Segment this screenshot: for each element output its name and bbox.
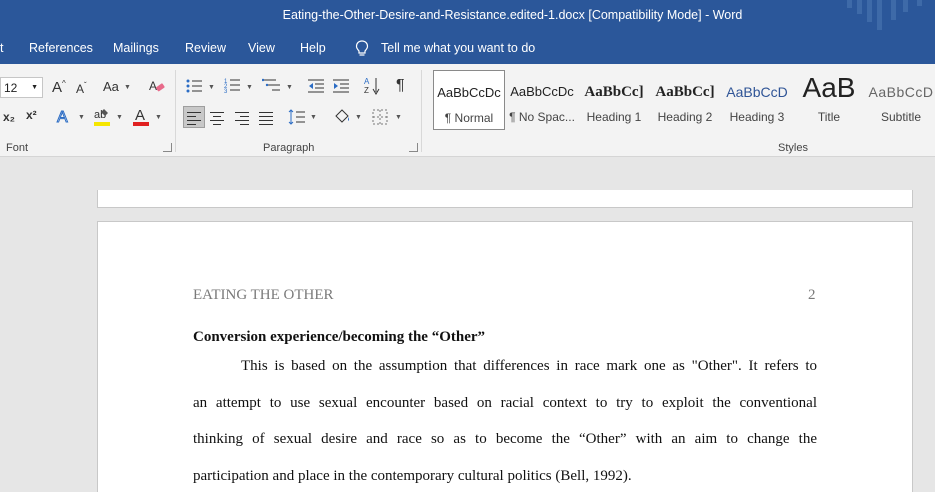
style-no-spacing[interactable]: AaBbCcDc ¶ No Spac... [506,70,578,130]
tab-partial[interactable]: t [0,41,3,55]
svg-text:A: A [135,107,145,124]
chevron-down-icon[interactable]: ▼ [155,114,162,121]
align-right-icon[interactable] [235,112,249,128]
group-divider [421,70,422,152]
sort-icon[interactable]: AZ [364,76,380,96]
font-size-select[interactable]: 12 ▼ [0,77,43,98]
paragraph-group-label: Paragraph [263,142,315,154]
style-name: Title [817,110,841,124]
style-sample: AaBbCc] [655,84,715,100]
ribbon-tabs: t References Mailings Review View Help T… [0,33,935,64]
svg-text:Z: Z [364,86,369,95]
chevron-down-icon[interactable]: ▼ [78,114,85,121]
paragraph-line[interactable]: an attempt to use sexual encounter based… [193,395,817,412]
grow-font-button[interactable]: A^ [52,80,66,96]
running-header[interactable]: EATING THE OTHER [193,287,334,304]
superscript-button[interactable]: x² [26,109,37,121]
clear-formatting-icon[interactable]: A [149,78,165,94]
style-name: Heading 2 [657,110,713,124]
tab-references[interactable]: References [29,41,93,55]
chevron-down-icon[interactable]: ▼ [116,114,123,121]
svg-text:A: A [364,77,370,86]
chevron-down-icon[interactable]: ▼ [246,84,253,91]
tab-mailings[interactable]: Mailings [113,41,159,55]
document-page[interactable] [97,221,913,492]
font-group-label: Font [6,142,29,154]
multilevel-list-icon[interactable] [262,77,282,94]
paragraph-line[interactable]: This is based on the assumption that dif… [241,358,817,375]
chevron-down-icon[interactable]: ▼ [310,114,317,121]
style-heading-3[interactable]: AaBbCcD Heading 3 [721,70,793,130]
chevron-down-icon[interactable]: ▼ [395,114,402,121]
style-name: Subtitle [880,110,922,124]
subscript-button[interactable]: x₂ [3,111,15,123]
svg-text:3: 3 [224,89,228,94]
styles-group-label: Styles [778,142,808,154]
chevron-down-icon: ▼ [31,84,38,91]
chevron-down-icon[interactable]: ▼ [286,84,293,91]
group-divider [175,70,176,152]
bullets-icon[interactable] [186,78,204,94]
title-bar-decoration [845,0,935,33]
style-normal[interactable]: AaBbCcDc ¶ Normal [433,70,505,130]
tab-help[interactable]: Help [300,41,326,55]
window-title: Eating-the-Other-Desire-and-Resistance.e… [282,8,743,22]
svg-text:A: A [57,109,68,125]
show-formatting-marks-icon[interactable]: ¶ [396,78,405,94]
tab-review[interactable]: Review [185,41,226,55]
change-case-button[interactable]: Aa [103,80,119,93]
style-name: Heading 1 [586,110,642,124]
style-name: Heading 3 [729,110,785,124]
style-heading-2[interactable]: AaBbCc] Heading 2 [649,70,721,130]
justify-icon[interactable] [259,112,273,128]
chevron-down-icon[interactable]: ▼ [208,84,215,91]
style-sample: AaBbCcD [868,84,934,100]
style-sample: AaB [802,72,856,103]
style-title[interactable]: AaB Title [793,70,865,130]
align-center-icon[interactable] [210,112,224,128]
font-size-value: 12 [4,81,18,95]
shrink-font-button[interactable]: Aˇ [76,82,87,96]
lightbulb-icon[interactable] [355,40,369,57]
style-heading-1[interactable]: AaBbCc] Heading 1 [578,70,650,130]
align-left-icon [187,112,201,128]
style-sample: AaBbCcDc [437,85,501,100]
previous-page-bottom[interactable] [97,190,913,208]
font-dialog-launcher[interactable] [163,143,172,152]
paragraph-line[interactable]: participation and place in the contempor… [193,468,817,485]
page-number[interactable]: 2 [808,287,816,304]
align-left-button[interactable] [183,106,205,128]
paragraph-dialog-launcher[interactable] [409,143,418,152]
chevron-down-icon[interactable]: ▼ [124,84,131,91]
shading-icon[interactable] [333,107,351,127]
numbering-icon[interactable]: 1 2 3 [224,77,242,94]
tell-me-search[interactable]: Tell me what you want to do [381,41,535,55]
style-sample: AaBbCc] [584,84,644,100]
chevron-down-icon[interactable]: ▼ [355,114,362,121]
paragraph-line[interactable]: thinking of sexual desire and race so as… [193,431,817,448]
style-subtitle[interactable]: AaBbCcD Subtitle [865,70,935,130]
style-name: ¶ Normal [444,111,494,125]
tab-view[interactable]: View [248,41,275,55]
text-effects-icon[interactable]: A [55,107,73,126]
style-sample: AaBbCcD [726,84,788,100]
svg-text:A: A [149,79,157,93]
style-name: ¶ No Spac... [509,110,575,124]
styles-gallery: AaBbCcDc ¶ Normal AaBbCcDc ¶ No Spac... … [428,70,935,132]
borders-icon[interactable] [372,109,388,125]
line-spacing-icon[interactable] [288,109,306,125]
title-bar: Eating-the-Other-Desire-and-Resistance.e… [0,0,935,33]
highlight-color-icon[interactable]: ab [93,106,111,128]
increase-indent-icon[interactable] [332,78,350,94]
style-sample: AaBbCcDc [510,84,574,99]
font-color-icon[interactable]: A [132,106,150,128]
section-heading[interactable]: Conversion experience/becoming the “Othe… [193,329,485,346]
ribbon: 12 ▼ A^ Aˇ Aa ▼ A x₂ x² A ▼ ab ▼ A ▼ Fon… [0,64,935,157]
decrease-indent-icon[interactable] [307,78,325,94]
